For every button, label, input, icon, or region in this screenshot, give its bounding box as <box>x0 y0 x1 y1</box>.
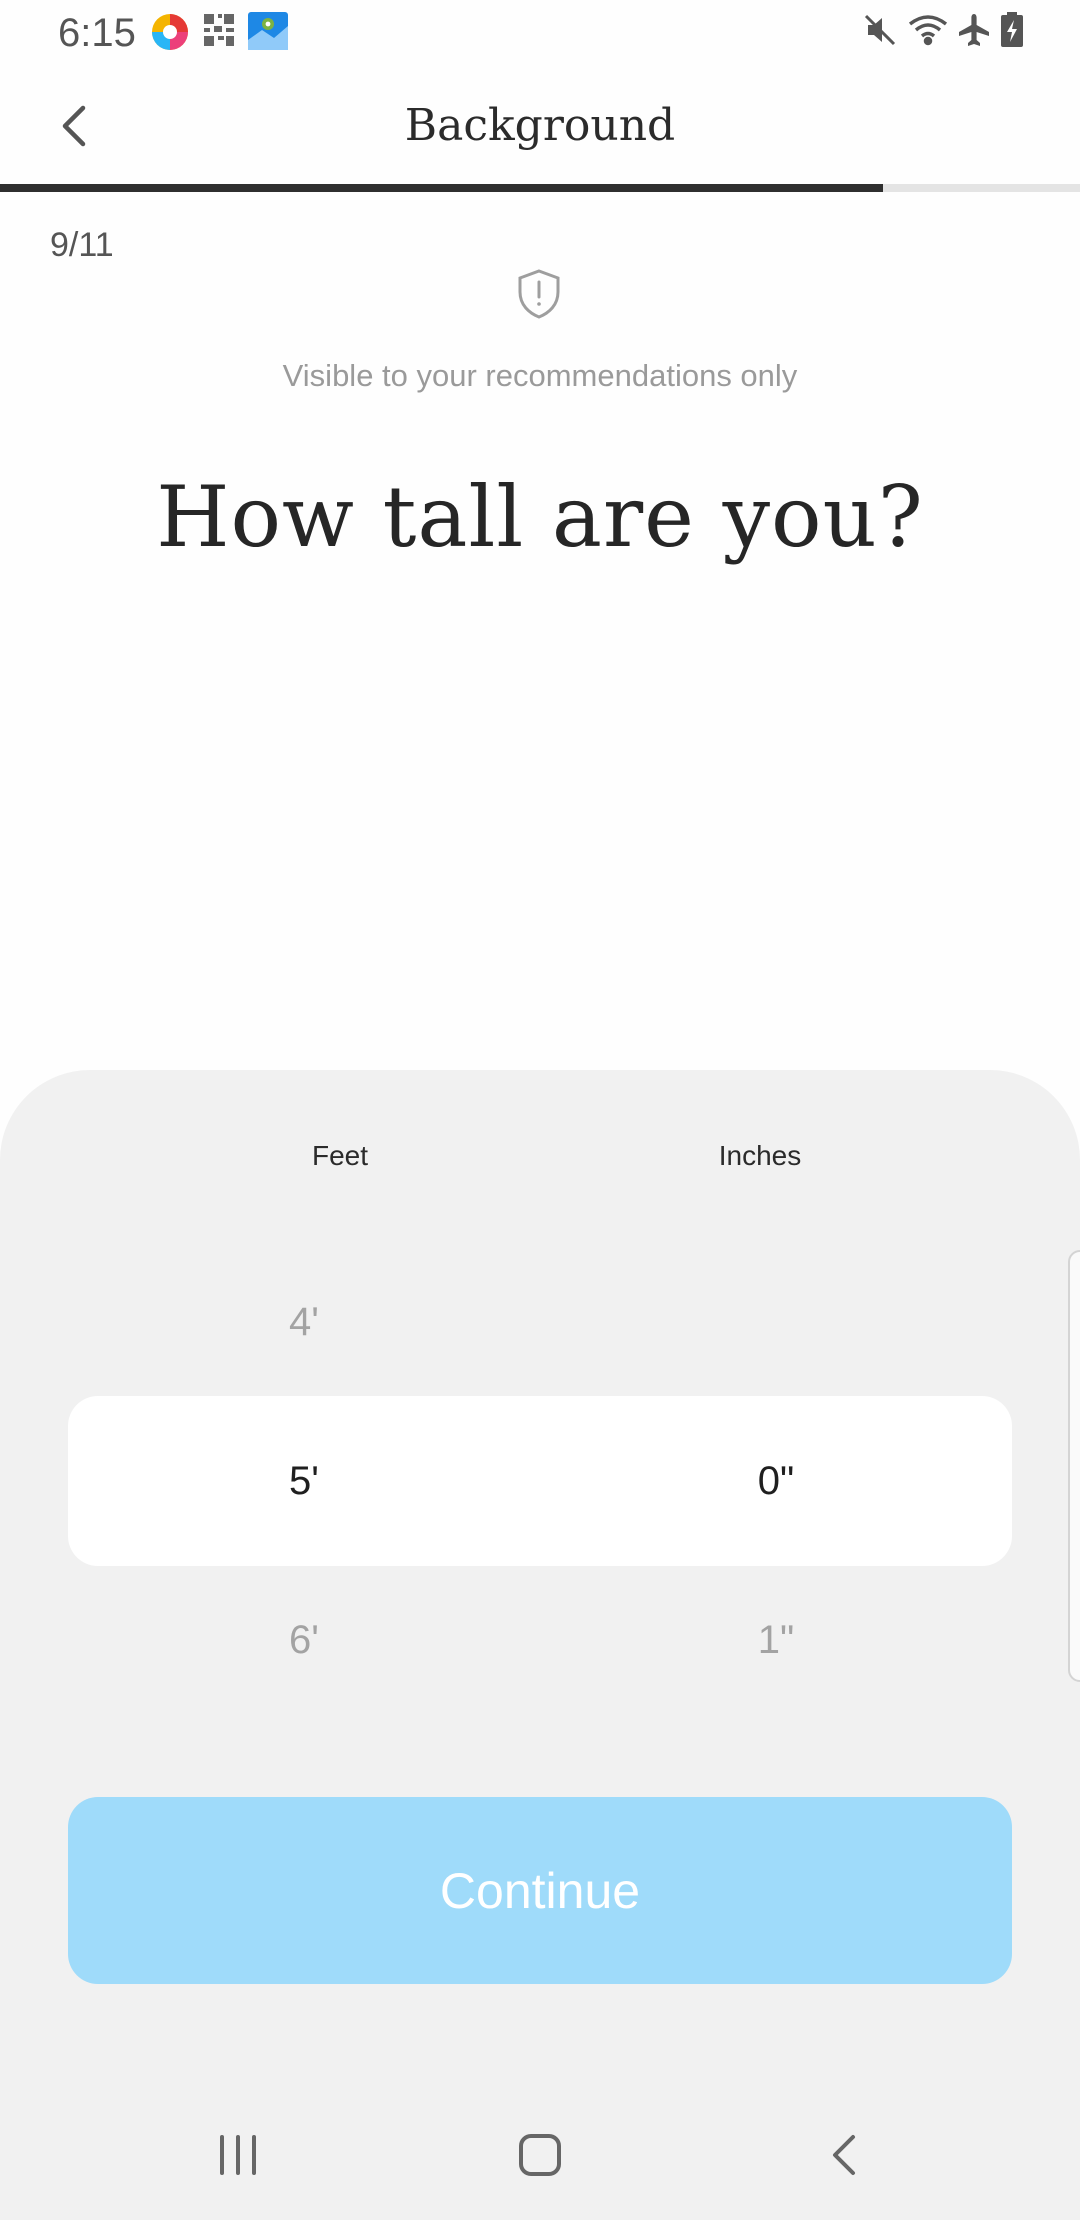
feet-option-selected[interactable]: 5' <box>204 1459 404 1504</box>
step-counter: 9/11 <box>50 226 114 264</box>
continue-button[interactable]: Continue <box>68 1797 1012 1984</box>
mute-icon <box>862 12 898 53</box>
home-icon <box>519 2134 561 2176</box>
airplane-mode-icon <box>956 12 992 53</box>
height-picker-sheet <box>0 1070 1080 2220</box>
edge-panel-handle[interactable] <box>1068 1250 1080 1682</box>
back-icon <box>833 2135 855 2175</box>
page-title: Background <box>404 100 676 151</box>
feet-option-below[interactable]: 6' <box>204 1618 404 1663</box>
feet-column-header: Feet <box>311 1140 369 1171</box>
shield-alert-icon <box>516 268 562 325</box>
inches-option-selected[interactable]: 0" <box>676 1459 876 1504</box>
system-back-button[interactable] <box>794 2120 894 2190</box>
question-heading: How tall are you? <box>156 468 924 566</box>
feet-option-above[interactable]: 4' <box>204 1300 404 1345</box>
photos-app-icon <box>150 12 190 57</box>
visibility-note: Visible to your recommendations only <box>282 358 798 393</box>
recent-apps-icon <box>220 2135 256 2175</box>
battery-icon <box>1000 12 1024 53</box>
maps-app-icon <box>248 12 288 55</box>
progress-fill <box>0 184 884 192</box>
recent-apps-button[interactable] <box>188 2120 288 2190</box>
qr-code-icon <box>204 12 234 51</box>
home-button[interactable] <box>490 2120 590 2190</box>
inches-column-header: Inches <box>718 1140 802 1171</box>
inches-option-below[interactable]: 1" <box>676 1618 876 1663</box>
wifi-icon <box>906 12 950 53</box>
status-time: 6:15 <box>58 11 136 55</box>
